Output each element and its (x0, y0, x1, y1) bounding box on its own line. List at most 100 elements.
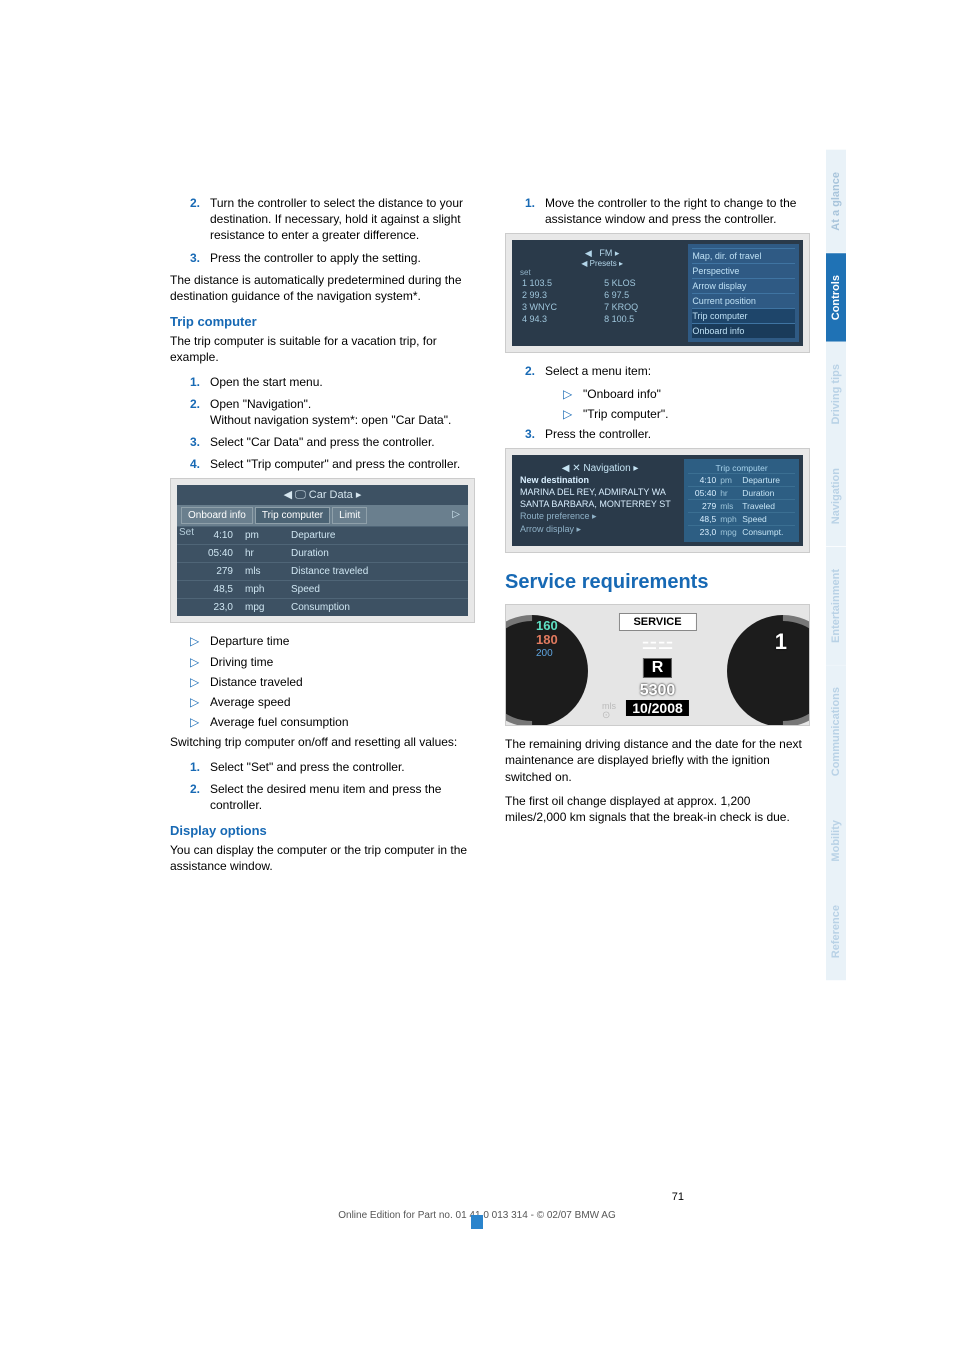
center-cluster: SERVICE ⚍⚍ R 5300 10/2008 (618, 613, 696, 716)
nav-panel: ◀ ✕ Navigation ▸ New destination MARINA … (512, 455, 803, 546)
bullet-icon: ▷ (190, 654, 210, 670)
chevron-right-icon: ▷ (448, 507, 464, 524)
service-requirements-heading: Service requirements (505, 571, 810, 594)
section-tabs: At a glance Controls Driving tips Naviga… (826, 150, 850, 981)
step-text: Open "Navigation". Without navigation sy… (210, 396, 475, 428)
step: 2. Turn the controller to select the dis… (190, 195, 475, 244)
side-header: Trip computer (688, 463, 795, 473)
preset: 3 WNYC (520, 301, 602, 313)
side-row: 23,0mpgConsumpt. (688, 525, 795, 538)
bullet-item: ▷Average speed (190, 694, 475, 710)
step-number: 3. (190, 434, 210, 450)
tab-driving-tips[interactable]: Driving tips (826, 342, 846, 447)
step-number: 3. (190, 250, 210, 266)
paragraph: You can display the computer or the trip… (170, 842, 475, 874)
tab-entertainment[interactable]: Entertainment (826, 547, 846, 665)
tab-onboard: Onboard info (181, 507, 253, 524)
tab-at-a-glance[interactable]: At a glance (826, 150, 846, 253)
preset-row: 3 WNYC7 KROQ (520, 301, 684, 313)
step-number: 1. (190, 374, 210, 390)
car-icon: ⚍⚍ (618, 633, 696, 654)
step-text: Select "Car Data" and press the controll… (210, 434, 475, 450)
step-number: 3. (525, 426, 545, 442)
table-row: 23,0mpgConsumption (177, 599, 468, 617)
table-row: 4:10pmDeparture (177, 527, 468, 545)
tab-reference[interactable]: Reference (826, 883, 846, 980)
step-number: 4. (190, 456, 210, 472)
side-item: Current position (692, 293, 795, 308)
label: Departure (285, 527, 468, 545)
tab-communications[interactable]: Communications (826, 665, 846, 798)
step-number: 1. (190, 759, 210, 775)
bullet-text: Average speed (210, 694, 291, 710)
service-gauge: 160 180 200 1 SERVICE ⚍⚍ R 5300 10/2008 … (505, 604, 810, 726)
side-item: Onboard info (692, 323, 795, 338)
trip-computer-heading: Trip computer (170, 314, 475, 329)
cardata-title: ◀ 🖵 Car Data ▸ (177, 485, 468, 505)
label: Duration (285, 545, 468, 563)
steps1-list: 2. Turn the controller to select the dis… (170, 195, 475, 266)
side-item: Perspective (692, 263, 795, 278)
right-step3: 3. Press the controller. (505, 426, 810, 442)
bullet-icon: ▷ (563, 386, 583, 402)
step: 1. Move the controller to the right to c… (525, 195, 810, 227)
radio-title: ◀ FM ▸ (520, 248, 684, 259)
dest-item: SANTA BARBARA, MONTERREY ST (520, 498, 680, 510)
step-text: Press the controller to apply the settin… (210, 250, 475, 266)
side-row: 279mlsTraveled (688, 499, 795, 512)
bullet-icon: ▷ (190, 694, 210, 710)
bullet-text: Departure time (210, 633, 289, 649)
fm-label: FM (599, 248, 612, 258)
arrow-disp: Arrow display ▸ (520, 523, 680, 536)
preset: 8 100.5 (602, 313, 684, 325)
side-row: 4:10pmDeparture (688, 473, 795, 486)
step: 2. Select a menu item: (525, 363, 810, 379)
date-value: 10/2008 (626, 700, 689, 716)
paragraph: The trip computer is suitable for a vaca… (170, 333, 475, 365)
side-row: 48,5mphSpeed (688, 512, 795, 525)
nav-header: ◀ ✕ Navigation ▸ (520, 463, 680, 474)
tick: 180 (536, 633, 558, 647)
nav-side: Trip computer 4:10pmDeparture 05:40hrDur… (684, 459, 799, 542)
step-number: 2. (190, 396, 210, 428)
side-row: 05:40hrDuration (688, 486, 795, 499)
label: Speed (285, 581, 468, 599)
tab-limit: Limit (332, 507, 367, 524)
page: 2. Turn the controller to select the dis… (0, 0, 954, 1351)
cardata-table: 4:10pmDeparture 05:40hrDuration 279mlsDi… (177, 526, 468, 616)
radio-screenshot: ◀ FM ▸ ◀ Presets ▸ set 1 103.55 KLOS 2 9… (505, 233, 810, 353)
bullet-item: ▷Average fuel consumption (190, 714, 475, 730)
presets-text: Presets (590, 259, 617, 268)
label: Distance traveled (285, 563, 468, 581)
step: 3. Select "Car Data" and press the contr… (190, 434, 475, 450)
tick: 160 (536, 619, 558, 633)
val: 05:40 (177, 545, 239, 563)
preset-row: 4 94.38 100.5 (520, 313, 684, 325)
paragraph: Switching trip computer on/off and reset… (170, 734, 475, 750)
route-pref: Route preference ▸ (520, 510, 680, 523)
radio-panel: ◀ FM ▸ ◀ Presets ▸ set 1 103.55 KLOS 2 9… (512, 240, 803, 346)
right-number: 1 (775, 629, 787, 655)
set-label: Set (179, 527, 194, 538)
left-column: 2. Turn the controller to select the dis… (170, 195, 475, 883)
step-number: 2. (190, 195, 210, 244)
tab-controls[interactable]: Controls (826, 253, 846, 342)
bullet-item: ▷Distance traveled (190, 674, 475, 690)
radio-side-menu: Map, dir. of travel Perspective Arrow di… (688, 244, 799, 342)
right-step1: 1. Move the controller to the right to c… (505, 195, 810, 227)
side-item-selected: Trip computer (692, 308, 795, 323)
tab-navigation[interactable]: Navigation (826, 446, 846, 546)
bullet-icon: ▷ (190, 674, 210, 690)
table-row: 05:40hrDuration (177, 545, 468, 563)
val: 23,0 (177, 599, 239, 617)
preset: 7 KROQ (602, 301, 684, 313)
switch-steps: 1. Select "Set" and press the controller… (170, 759, 475, 814)
presets-label: ◀ Presets ▸ (520, 259, 684, 268)
bullet-text: Average fuel consumption (210, 714, 349, 730)
step-text: Press the controller. (545, 426, 810, 442)
bullet-item: ▷Departure time (190, 633, 475, 649)
nav-left: ◀ ✕ Navigation ▸ New destination MARINA … (516, 459, 684, 542)
tab-mobility[interactable]: Mobility (826, 798, 846, 884)
footer-marker (471, 1215, 483, 1229)
step-text: Select a menu item: (545, 363, 810, 379)
